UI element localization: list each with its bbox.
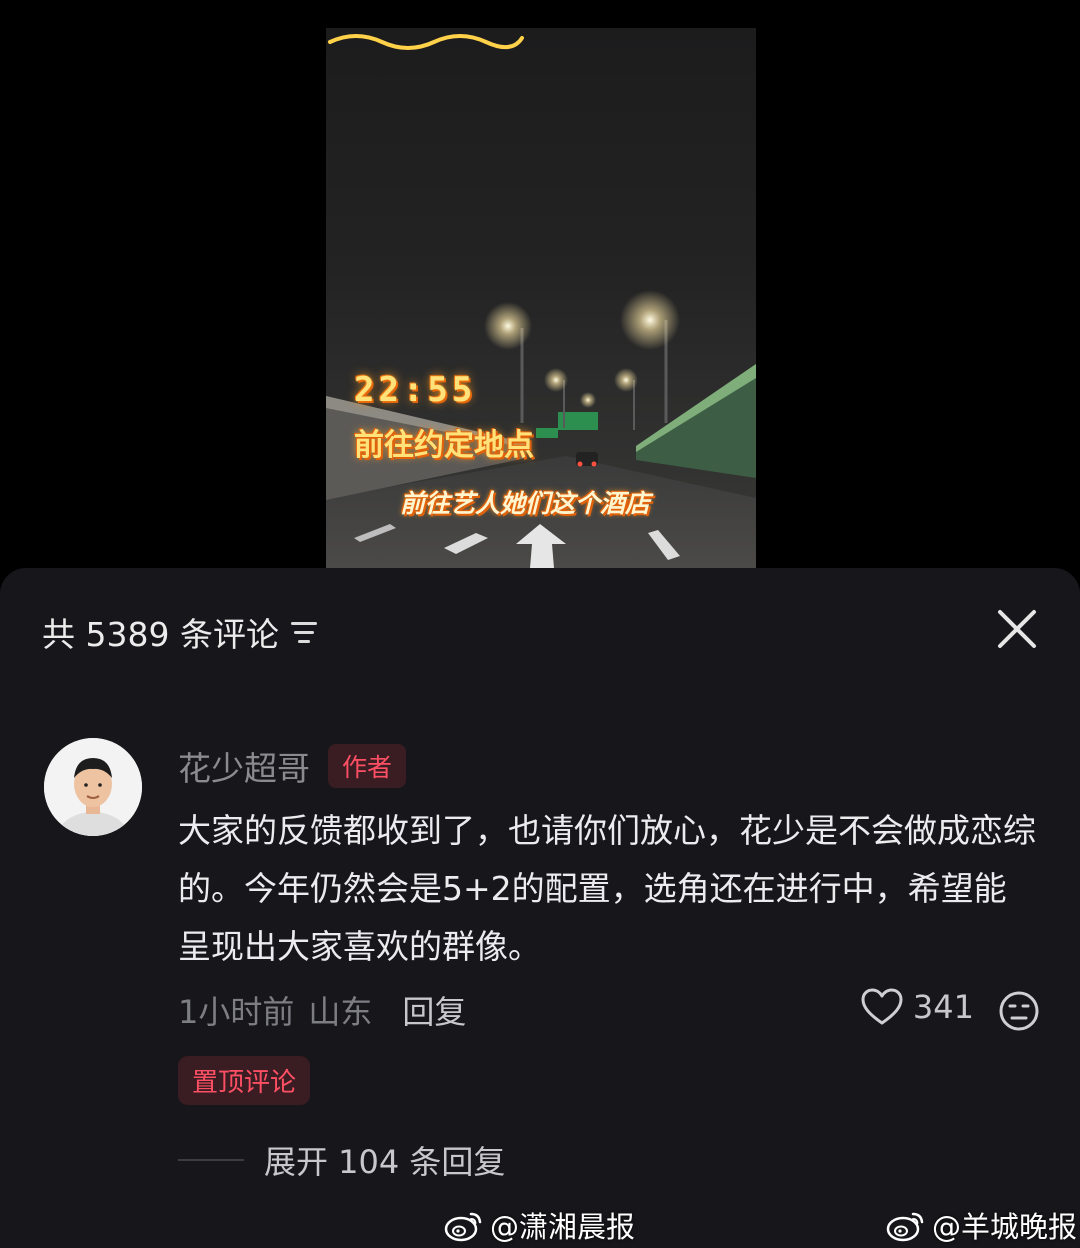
- expand-replies-label: 展开 104 条回复: [264, 1143, 506, 1181]
- video-preview[interactable]: 22:55 前往约定地点 前往艺人她们这个酒店: [326, 28, 756, 568]
- author-row: 花少超哥 作者: [178, 738, 1038, 794]
- squiggle-decoration-icon: [328, 34, 524, 50]
- comment-meta-row: 1小时前 山东 回复 341: [178, 980, 1040, 1040]
- expand-replies-button[interactable]: 展开 104 条回复: [178, 1137, 1038, 1183]
- author-badge: 作者: [328, 744, 407, 788]
- video-overlay-subtitle: 前往艺人她们这个酒店: [400, 489, 651, 518]
- comment-location: 山东: [308, 993, 373, 1031]
- video-overlay-time: 22:55: [354, 370, 477, 410]
- avatar[interactable]: [44, 738, 142, 836]
- video-overlay-destination: 前往约定地点: [354, 428, 534, 463]
- sort-filter-icon[interactable]: [290, 621, 317, 643]
- watermark-left: @潇湘晨报: [444, 1204, 635, 1246]
- comments-panel: 共 5389 条评论 花少超哥 作者 大家的反馈都收到了，也请你们放心，花少是不…: [0, 568, 1080, 1248]
- watermark-right-text: @羊城晚报: [932, 1210, 1078, 1244]
- like-button[interactable]: 341: [861, 988, 974, 1026]
- comment-body: 花少超哥 作者 大家的反馈都收到了，也请你们放心，花少是不会做成恋综的。今年仍然…: [178, 738, 1040, 1183]
- heart-icon: [861, 988, 903, 1025]
- weibo-logo-icon: [444, 1212, 482, 1242]
- pinned-comment-badge: 置顶评论: [178, 1056, 311, 1105]
- comment-text: 大家的反馈都收到了，也请你们放心，花少是不会做成恋综的。今年仍然会是5+2的配置…: [178, 811, 1036, 966]
- author-name[interactable]: 花少超哥: [178, 742, 310, 790]
- like-count: 341: [912, 988, 974, 1026]
- close-icon: [998, 610, 1036, 648]
- comments-count-title: 共 5389 条评论: [42, 615, 279, 654]
- user-avatar-icon: [44, 738, 142, 836]
- expand-divider-line: [178, 1159, 244, 1161]
- dislike-button[interactable]: [998, 990, 1040, 1040]
- dislike-face-icon: [999, 991, 1039, 1031]
- watermark-right: @羊城晚报: [886, 1204, 1077, 1246]
- close-button[interactable]: [994, 606, 1040, 652]
- reply-button[interactable]: 回复: [402, 987, 466, 1033]
- watermark-left-text: @潇湘晨报: [490, 1210, 636, 1244]
- comments-header: 共 5389 条评论: [42, 608, 317, 656]
- weibo-logo-icon: [886, 1212, 924, 1242]
- comment-time: 1小时前: [178, 993, 295, 1031]
